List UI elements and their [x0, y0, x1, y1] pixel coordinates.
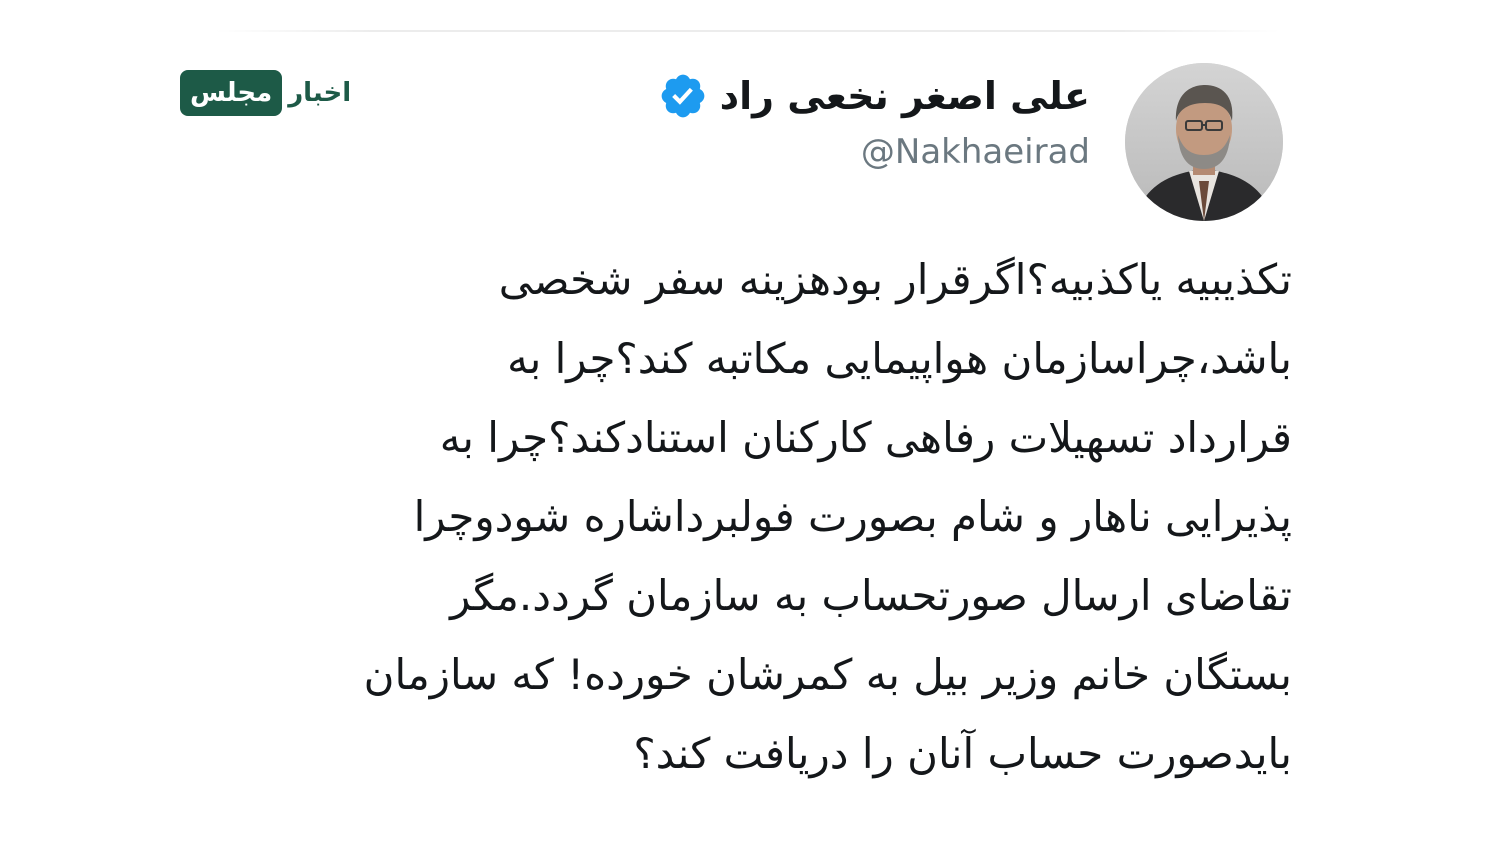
tweet-line: بستگان خانم وزیر بیل به کمرشان خورده! که…: [363, 650, 1292, 699]
tweet-text: تکذیبیه یاکذبیه؟اگرقرار بودهزینه سفر شخص…: [182, 240, 1292, 793]
author-handle[interactable]: @Nakhaeirad: [658, 132, 1090, 172]
tweet-screenshot: مجلس اخبار علی اصغر نخعی راد @Nakhaeirad…: [0, 0, 1500, 843]
avatar[interactable]: [1125, 63, 1283, 221]
verified-badge-icon: [661, 74, 704, 118]
avatar-portrait-icon: [1125, 63, 1283, 221]
tweet-line: قرارداد تسهیلات رفاهی کارکنان استنادکند؟…: [439, 413, 1292, 462]
tweet-line: تقاضای ارسال صورتحساب به سازمان گردد.مگر: [450, 571, 1292, 620]
logo-box-text: مجلس: [190, 78, 273, 108]
logo-plain-text: اخبار: [288, 78, 352, 108]
name-row: علی اصغر نخعی راد: [658, 66, 1090, 126]
tweet-line: تکذیبیه یاکذبیه؟اگرقرار بودهزینه سفر شخص…: [498, 255, 1292, 304]
top-divider: [215, 30, 1280, 32]
tweet-line: بایدصورت حساب آنان را دریافت کند؟: [633, 729, 1292, 778]
tweet-line: پذیرایی ناهار و شام بصورت فولبرداشاره شو…: [413, 492, 1292, 541]
news-logo: مجلس اخبار: [180, 70, 351, 116]
author-display-name[interactable]: علی اصغر نخعی راد: [720, 74, 1090, 118]
tweet-line: باشد،چراسازمان هواپیمایی مکاتبه کند؟چرا …: [507, 334, 1292, 383]
tweet-header: علی اصغر نخعی راد @Nakhaeirad: [658, 66, 1090, 172]
logo-box: مجلس: [180, 70, 283, 116]
